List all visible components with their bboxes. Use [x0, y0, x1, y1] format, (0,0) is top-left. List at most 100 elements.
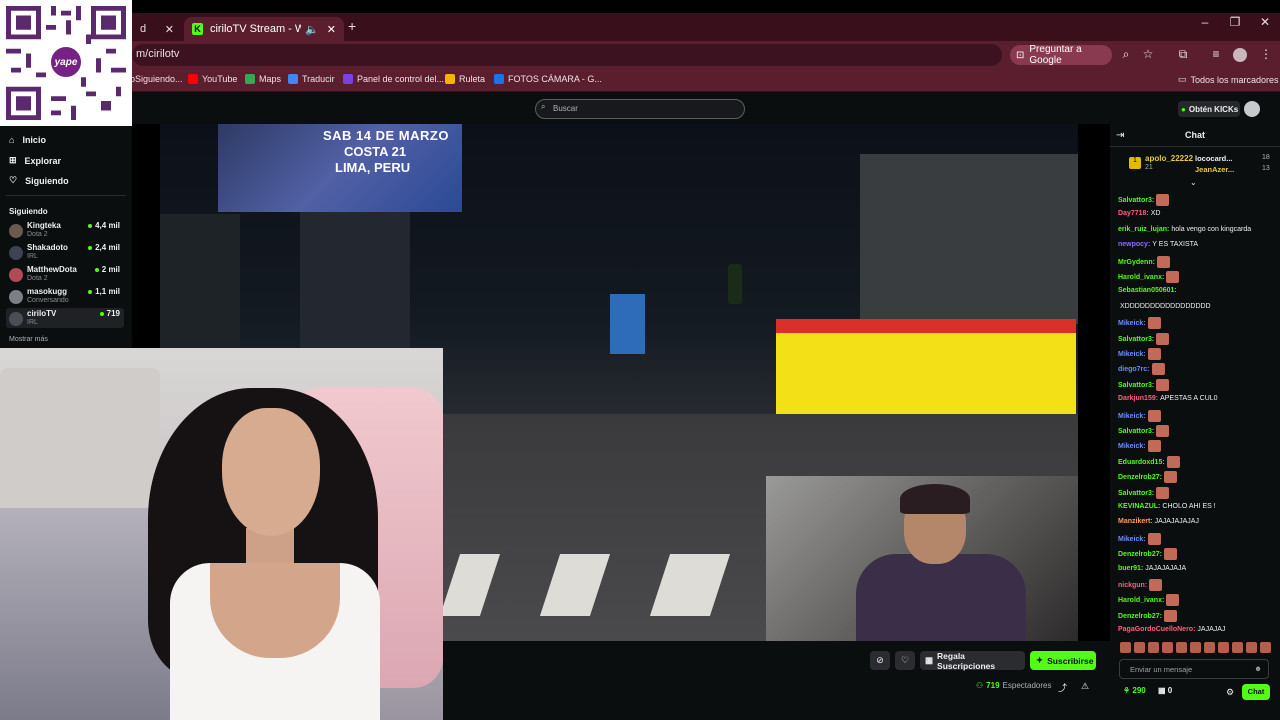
- chat-username[interactable]: Eduardoxd15:: [1118, 459, 1165, 466]
- chat-username[interactable]: Mikeick:: [1118, 443, 1146, 450]
- gear-icon[interactable]: ⚙: [1226, 687, 1234, 698]
- avatar: [9, 224, 23, 238]
- emote-icon[interactable]: [1204, 642, 1215, 653]
- tab-active[interactable]: K ciriloTV Stream - Watch Liv 🔈 ✕: [184, 17, 344, 41]
- emoji-icon[interactable]: ☻: [1254, 664, 1262, 673]
- channel-points[interactable]: ⚘ 290: [1123, 686, 1146, 695]
- tab-previous[interactable]: d ✕: [132, 17, 182, 41]
- show-more-link[interactable]: Mostrar más: [9, 336, 48, 343]
- emote-icon[interactable]: [1148, 642, 1159, 653]
- emote-icon[interactable]: [1260, 642, 1271, 653]
- emote-icon: [1147, 532, 1161, 545]
- share-icon[interactable]: ⤴: [1058, 681, 1067, 694]
- get-kicks-button[interactable]: ● Obtén KICKs: [1178, 101, 1240, 117]
- chat-username[interactable]: KEVINAZUL:: [1118, 503, 1160, 510]
- chat-username[interactable]: Harold_ivanx:: [1118, 597, 1164, 604]
- close-window-button[interactable]: ✕: [1250, 15, 1280, 29]
- channel-name: masokugg: [27, 287, 68, 296]
- chat-username[interactable]: PagaGordoCuelloNero:: [1118, 626, 1195, 633]
- chat-username[interactable]: Mikeick:: [1118, 320, 1146, 327]
- gift-count[interactable]: ▦ 0: [1158, 686, 1172, 695]
- follow-button[interactable]: ♡: [895, 651, 915, 670]
- window-top-edge: [0, 0, 1280, 13]
- chat-username[interactable]: Salvattor3:: [1118, 197, 1154, 204]
- all-bookmarks-button[interactable]: ▭ Todos los marcadores: [1178, 74, 1279, 85]
- search-input[interactable]: Buscar: [535, 99, 745, 119]
- followed-channel-active[interactable]: ciriloTV IRL 719: [6, 308, 124, 328]
- close-icon[interactable]: ✕: [165, 23, 174, 36]
- chat-username[interactable]: newpocy:: [1118, 241, 1150, 248]
- send-chat-button[interactable]: Chat: [1242, 684, 1270, 700]
- subscribe-button[interactable]: ✦ Suscribirse: [1030, 651, 1096, 670]
- gift-subscriptions-button[interactable]: ▦ Regala Suscripciones: [920, 651, 1025, 671]
- chat-username[interactable]: diego7rc:: [1118, 366, 1150, 373]
- user-avatar[interactable]: [1244, 101, 1260, 117]
- nav-home[interactable]: ⌂ Inicio: [9, 135, 46, 145]
- chat-username[interactable]: nickgun:: [1118, 582, 1147, 589]
- bookmark-item[interactable]: Ruleta: [445, 74, 485, 84]
- chat-username[interactable]: Mikeick:: [1118, 351, 1146, 358]
- new-tab-button[interactable]: +: [348, 18, 356, 34]
- chat-username[interactable]: Harold_ivanx:: [1118, 274, 1164, 281]
- mute-notifications-button[interactable]: ⊘: [870, 651, 890, 670]
- chat-username[interactable]: Salvattor3:: [1118, 489, 1154, 496]
- chat-username[interactable]: erik_ruiz_lujan:: [1118, 226, 1169, 233]
- media-icon[interactable]: ≡: [1208, 47, 1224, 61]
- followed-channel[interactable]: Shakadoto IRL 2,4 mil: [6, 242, 124, 262]
- speaker-icon[interactable]: 🔈: [305, 23, 319, 36]
- bookmark-item[interactable]: FOTOS CÁMARA - G...: [494, 74, 602, 84]
- emote-icon[interactable]: [1162, 642, 1173, 653]
- ask-google-button[interactable]: ⊡ Preguntar a Google: [1010, 44, 1112, 66]
- followed-channel[interactable]: masokugg Conversando 1,1 mil: [6, 286, 124, 306]
- emote-icon[interactable]: [1190, 642, 1201, 653]
- chat-username[interactable]: Denzelrob27:: [1118, 551, 1162, 558]
- emote-icon: [1147, 409, 1161, 422]
- expand-leaderboard-icon[interactable]: ⌄: [1190, 178, 1197, 187]
- extensions-icon[interactable]: ⧉: [1175, 47, 1191, 62]
- followed-channel[interactable]: MatthewDota Dota 2 2 mil: [6, 264, 124, 284]
- viewer-count-text: 2,4 mil: [95, 243, 120, 252]
- chat-username[interactable]: Salvattor3:: [1118, 428, 1154, 435]
- chat-username[interactable]: Denzelrob27:: [1118, 474, 1162, 481]
- chat-message: XDDDDDDDDDDDDDDDDD: [1118, 302, 1211, 311]
- emote-icon[interactable]: [1120, 642, 1131, 653]
- emote-icon[interactable]: [1218, 642, 1229, 653]
- chat-username[interactable]: Manzikert:: [1118, 518, 1153, 525]
- chat-message: Day7718: XD: [1118, 209, 1160, 218]
- chat-username[interactable]: Darkjun159:: [1118, 395, 1158, 402]
- channel-category: Conversando: [27, 297, 69, 304]
- nav-following[interactable]: ♡ Siguiendo: [9, 175, 69, 186]
- url-field[interactable]: m/cirilotv: [132, 44, 1002, 66]
- menu-icon[interactable]: ⋮: [1258, 47, 1274, 61]
- chat-username[interactable]: Sebastian050601:: [1118, 287, 1177, 294]
- emote-icon[interactable]: [1134, 642, 1145, 653]
- chat-username[interactable]: MrGydenn:: [1118, 258, 1155, 265]
- bookmark-item[interactable]: YouTube: [188, 74, 237, 84]
- followed-channel[interactable]: Kingteka Dota 2 4,4 mil: [6, 220, 124, 240]
- profile-avatar[interactable]: [1233, 48, 1247, 62]
- bookmark-item[interactable]: Traducir: [288, 74, 335, 84]
- emote-icon[interactable]: [1232, 642, 1243, 653]
- report-icon[interactable]: ⚠: [1081, 681, 1089, 692]
- chat-username[interactable]: Mikeick:: [1118, 536, 1146, 543]
- nav-explore[interactable]: ⊞ Explorar: [9, 155, 61, 166]
- chat-username[interactable]: Salvattor3:: [1118, 382, 1154, 389]
- close-icon[interactable]: ✕: [327, 23, 336, 36]
- chat-username[interactable]: buer91:: [1118, 565, 1143, 572]
- chat-username[interactable]: Denzelrob27:: [1118, 613, 1162, 620]
- emote-icon[interactable]: [1176, 642, 1187, 653]
- emote-icon[interactable]: [1246, 642, 1257, 653]
- search-placeholder: Buscar: [553, 104, 578, 113]
- chat-username[interactable]: Day7718:: [1118, 210, 1149, 217]
- chat-input[interactable]: Enviar un mensaje ☻: [1119, 659, 1269, 679]
- billboard-date: SAB 14 DE MARZO: [323, 128, 449, 143]
- bookmark-item[interactable]: Panel de control del...: [343, 74, 444, 84]
- star-icon[interactable]: ☆: [1140, 47, 1156, 61]
- zoom-icon[interactable]: ⌕: [1118, 47, 1134, 62]
- chat-username[interactable]: Salvattor3:: [1118, 335, 1154, 342]
- maximize-button[interactable]: ❐: [1220, 15, 1250, 29]
- bookmark-item[interactable]: Maps: [245, 74, 281, 84]
- chat-username[interactable]: Mikeick:: [1118, 412, 1146, 419]
- bookmark-item[interactable]: oSiguiendo...: [130, 74, 183, 84]
- minimize-button[interactable]: –: [1190, 15, 1220, 29]
